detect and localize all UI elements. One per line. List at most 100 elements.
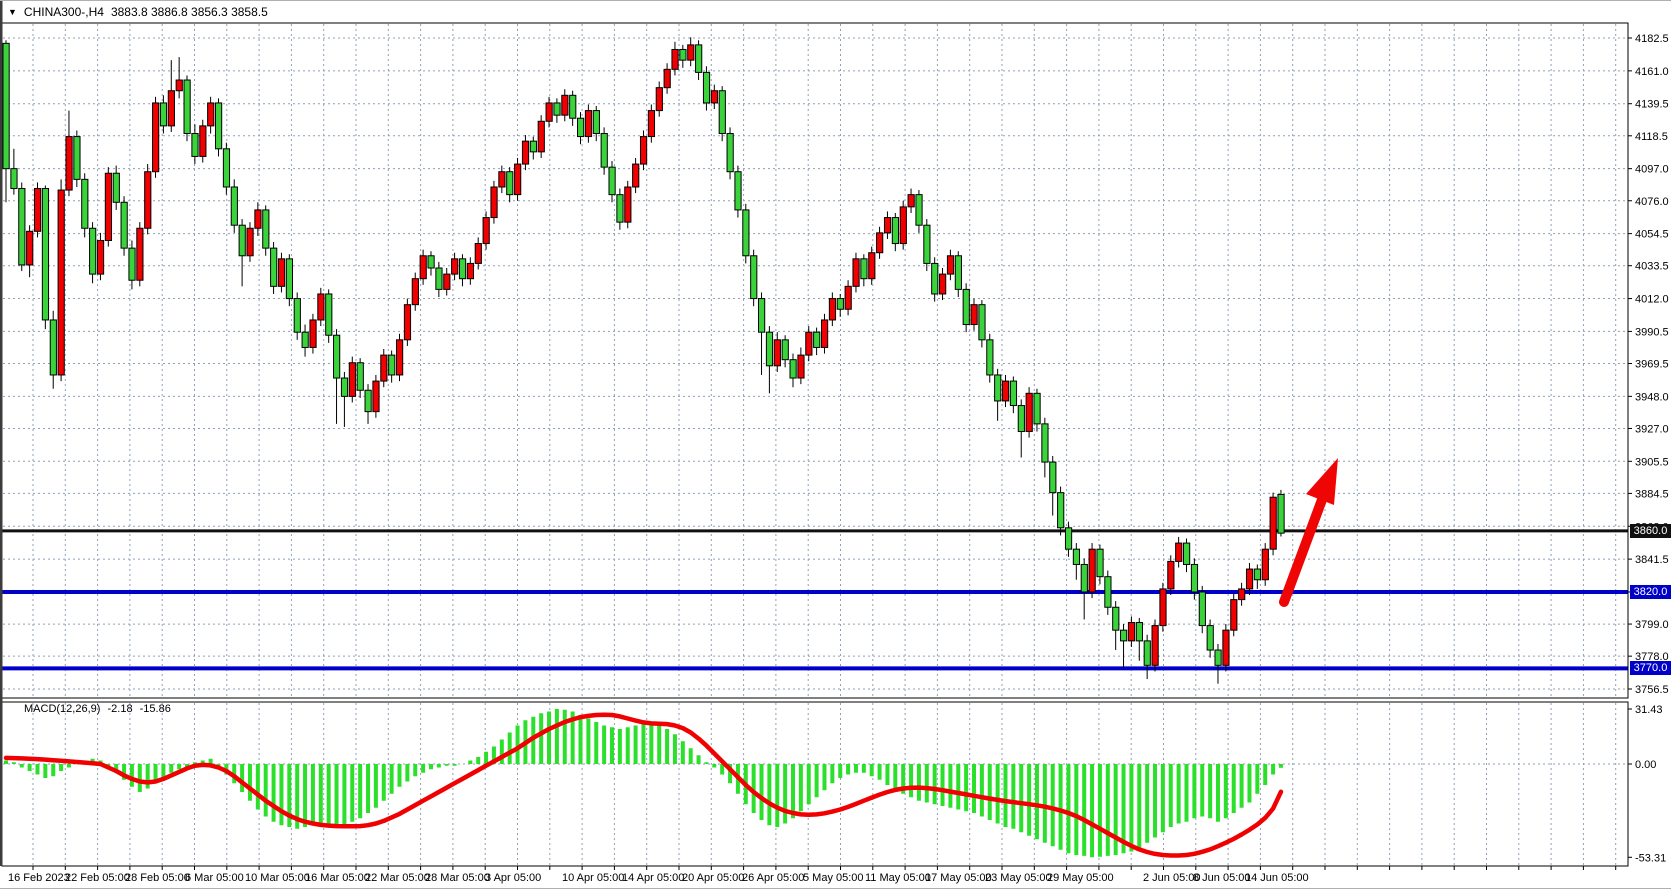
candle-bearish xyxy=(1191,564,1197,592)
candle-bearish xyxy=(1184,543,1190,564)
time-tick-label: 22 Feb 05:00 xyxy=(65,872,130,884)
price-tick-label: 4012.0 xyxy=(1635,294,1669,306)
candle-bearish xyxy=(263,210,269,248)
candle-bearish xyxy=(837,299,843,310)
hline-price-tag-3770[interactable]: 3770.0 xyxy=(1630,661,1671,675)
candle-bullish xyxy=(1176,543,1182,561)
chart-title-bar: ▼ CHINA300-,H4 3883.8 3886.8 3856.3 3858… xyxy=(8,5,268,19)
candle-bearish xyxy=(578,118,584,136)
candle-bullish xyxy=(255,210,261,228)
title-ohlc-values: 3883.8 3886.8 3856.3 3858.5 xyxy=(111,5,268,19)
candle-bullish xyxy=(499,172,505,187)
macd-indicator-label: MACD(12,26,9) -2.18 -15.86 xyxy=(24,703,175,715)
candle-bearish xyxy=(302,332,308,347)
candle-bullish xyxy=(877,233,883,253)
time-tick-label: 28 Mar 05:00 xyxy=(425,872,490,884)
candle-bullish xyxy=(200,126,206,157)
macd-tick-label: -53.31 xyxy=(1635,852,1666,864)
candle-bullish xyxy=(1239,589,1245,600)
candle-bullish xyxy=(208,103,214,126)
candle-bearish xyxy=(766,332,772,366)
candle-bullish xyxy=(1246,569,1252,589)
candle-bullish xyxy=(278,259,284,287)
candle-bearish xyxy=(90,228,96,274)
symbol-dropdown-icon[interactable]: ▼ xyxy=(8,6,17,18)
candle-bearish xyxy=(160,103,166,126)
candle-bullish xyxy=(947,256,953,274)
price-tick-label: 3756.5 xyxy=(1635,684,1669,696)
candle-bearish xyxy=(751,256,757,299)
candle-bullish xyxy=(798,355,804,378)
time-tick-label: 16 Mar 05:00 xyxy=(305,872,370,884)
time-tick-label: 3 Apr 05:00 xyxy=(485,872,541,884)
candle-bullish xyxy=(829,299,835,320)
candle-bearish xyxy=(507,172,513,195)
candle-bullish xyxy=(444,274,450,289)
candle-bearish xyxy=(223,149,229,187)
candle-bullish xyxy=(404,305,410,340)
trading-chart-window: 4182.54161.04139.54118.54097.04076.04054… xyxy=(0,0,1671,889)
candle-bullish xyxy=(522,141,528,164)
price-tick-label: 3990.5 xyxy=(1635,326,1669,338)
candle-bearish xyxy=(1081,564,1087,592)
candle-bullish xyxy=(247,228,253,256)
candle-bearish xyxy=(357,363,363,391)
candle-bullish xyxy=(711,91,717,103)
candle-bearish xyxy=(696,45,702,73)
candle-bullish xyxy=(1231,600,1237,631)
candle-bullish xyxy=(1128,623,1134,641)
candle-bullish xyxy=(821,320,827,348)
candle-bullish xyxy=(349,363,355,397)
time-tick-label: 6 Mar 05:00 xyxy=(185,872,244,884)
candle-bullish xyxy=(515,164,521,195)
trend-arrow-shaft[interactable] xyxy=(1284,497,1323,602)
candle-bearish xyxy=(459,259,465,279)
candle-bullish xyxy=(1026,393,1032,431)
candle-bearish xyxy=(1050,462,1056,493)
candle-bearish xyxy=(861,259,867,279)
candle-bearish xyxy=(570,95,576,118)
candle-bullish xyxy=(688,45,694,60)
candle-bearish xyxy=(530,141,536,152)
candle-bearish xyxy=(389,355,395,375)
candle-bearish xyxy=(294,299,300,333)
price-tick-label: 3927.0 xyxy=(1635,423,1669,435)
candle-bullish xyxy=(1262,549,1268,580)
candle-bearish xyxy=(1018,406,1024,432)
candle-bullish xyxy=(105,173,111,240)
candle-bearish xyxy=(1199,592,1205,626)
candle-bullish xyxy=(412,279,418,305)
time-tick-label: 10 Apr 05:00 xyxy=(562,872,624,884)
chart-canvas[interactable]: 4182.54161.04139.54118.54097.04076.04054… xyxy=(0,1,1671,889)
candle-bearish xyxy=(963,289,969,324)
hline-price-tag-3820[interactable]: 3820.0 xyxy=(1630,585,1671,599)
candle-bearish xyxy=(735,172,741,210)
candle-bullish xyxy=(491,187,497,218)
candle-bullish xyxy=(625,187,631,222)
price-tick-label: 3884.5 xyxy=(1635,488,1669,500)
candle-bullish xyxy=(1270,497,1276,549)
candle-bullish xyxy=(648,111,654,137)
candle-bearish xyxy=(1073,549,1079,564)
candle-bearish xyxy=(790,360,796,378)
candle-bearish xyxy=(979,305,985,340)
price-tick-label: 3969.5 xyxy=(1635,359,1669,371)
candle-bullish xyxy=(869,253,875,279)
candle-bullish xyxy=(640,137,646,165)
time-tick-label: 5 May 05:00 xyxy=(803,872,864,884)
candle-bearish xyxy=(617,195,623,223)
candle-bearish xyxy=(286,259,292,299)
candle-bullish xyxy=(884,218,890,233)
candle-bearish xyxy=(1254,569,1260,580)
candle-bearish xyxy=(365,390,371,411)
candle-bearish xyxy=(892,218,898,244)
candle-bearish xyxy=(916,195,922,226)
candle-bearish xyxy=(1058,493,1064,528)
candle-bearish xyxy=(74,137,80,180)
trend-arrow-head[interactable] xyxy=(1306,458,1338,505)
time-tick-label: 28 Feb 05:00 xyxy=(125,872,190,884)
candle-bearish xyxy=(436,268,442,289)
candle-bearish xyxy=(215,103,221,149)
hline-price-tag-3860[interactable]: 3860.0 xyxy=(1630,524,1671,538)
candle-bearish xyxy=(1010,381,1016,405)
